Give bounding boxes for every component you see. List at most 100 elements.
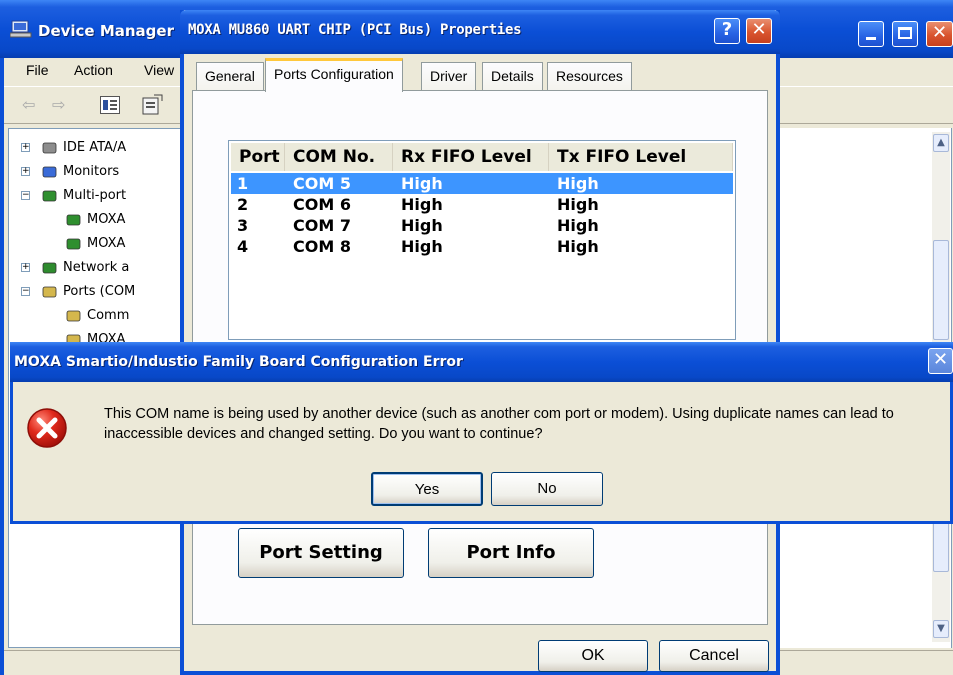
port-number-cell: 4	[237, 237, 249, 256]
tab-details[interactable]: Details	[482, 62, 543, 90]
minimize-icon	[866, 37, 876, 40]
port-list[interactable]: Port COM No. Rx FIFO Level Tx FIFO Level…	[228, 140, 736, 340]
tx-fifo-cell: High	[557, 237, 599, 256]
tree-expander[interactable]: +	[21, 263, 30, 272]
port-setting-label: Port Setting	[259, 542, 383, 563]
port-icon	[41, 284, 59, 300]
tree-item-label: Comm	[87, 308, 130, 323]
tab-driver[interactable]: Driver	[421, 62, 477, 90]
error-icon	[26, 407, 70, 451]
column-header-com-no[interactable]: COM No.	[285, 143, 393, 171]
port-setting-button[interactable]: Port Setting	[238, 528, 404, 578]
minimize-button[interactable]	[858, 21, 884, 47]
error-message: This COM name is being used by another d…	[104, 406, 894, 442]
port-info-button[interactable]: Port Info	[428, 528, 594, 578]
multiport-icon	[41, 188, 59, 204]
port-row[interactable]: 2 COM 6 High High	[231, 194, 733, 215]
maximize-button[interactable]	[892, 21, 918, 47]
tree-expander[interactable]: +	[21, 167, 30, 176]
cancel-button[interactable]: Cancel	[659, 640, 769, 672]
tree-item[interactable]: Monitors	[41, 161, 119, 183]
tree-item[interactable]: Multi-port	[41, 185, 126, 207]
tab-label: Details	[491, 68, 534, 84]
tree-expander[interactable]: −	[21, 191, 30, 200]
error-close-button[interactable]: ✕	[928, 348, 953, 374]
tree-item[interactable]: IDE ATA/A	[41, 137, 126, 159]
tx-fifo-cell: High	[557, 216, 599, 235]
tx-fifo-cell: High	[557, 174, 599, 193]
tree-item-label: Ports (COM	[63, 284, 136, 299]
tree-expander[interactable]: +	[21, 143, 30, 152]
column-label: Tx FIFO Level	[557, 147, 687, 167]
rx-fifo-cell: High	[401, 237, 443, 256]
close-icon: ✕	[931, 22, 948, 43]
com-number-cell: COM 6	[293, 195, 351, 214]
no-button[interactable]: No	[491, 472, 603, 506]
column-header-port[interactable]: Port	[231, 143, 285, 171]
tree-item-label: IDE ATA/A	[63, 140, 127, 155]
close-icon: ✕	[932, 349, 949, 370]
tree-item-label: Monitors	[63, 164, 120, 179]
column-label: Port	[239, 147, 280, 167]
tree-item[interactable]: MOXA	[65, 209, 125, 231]
column-header-tx-fifo[interactable]: Tx FIFO Level	[549, 143, 733, 171]
properties-title: MOXA MU860 UART CHIP (PCI Bus) Propertie…	[188, 22, 522, 38]
ok-button[interactable]: OK	[538, 640, 648, 672]
port-row[interactable]: 1 COM 5 High High	[231, 173, 733, 194]
scroll-up-icon[interactable]: ▲	[933, 134, 949, 152]
tree-item[interactable]: MOXA	[65, 233, 125, 255]
scroll-thumb-lower[interactable]	[933, 522, 949, 572]
port-row[interactable]: 3 COM 7 High High	[231, 215, 733, 236]
port-number-cell: 3	[237, 216, 249, 235]
menu-view[interactable]: View	[144, 62, 174, 78]
menu-file[interactable]: File	[26, 62, 49, 78]
back-arrow-icon[interactable]: ⇦	[22, 95, 35, 114]
tree-expander[interactable]: −	[21, 287, 30, 296]
network-icon	[41, 260, 59, 276]
maximize-icon	[898, 27, 912, 39]
tab-general[interactable]: General	[196, 62, 264, 90]
properties-close-button[interactable]: ✕	[746, 18, 772, 44]
tab-ports-configuration[interactable]: Ports Configuration	[265, 58, 403, 92]
ide-icon	[41, 140, 59, 156]
port-number-cell: 2	[237, 195, 249, 214]
no-label: No	[537, 480, 557, 497]
tree-item-label: MOXA	[87, 212, 126, 227]
rx-fifo-cell: High	[401, 174, 443, 193]
column-header-rx-fifo[interactable]: Rx FIFO Level	[393, 143, 549, 171]
scroll-thumb[interactable]	[933, 240, 949, 340]
tree-item[interactable]: Comm	[65, 305, 129, 327]
tree-item[interactable]: Network a	[41, 257, 129, 279]
scroll-down-icon[interactable]: ▼	[933, 620, 949, 638]
properties-titlebar[interactable]: MOXA MU860 UART CHIP (PCI Bus) Propertie…	[180, 10, 780, 54]
device-manager-icon	[9, 20, 32, 38]
help-icon: ?	[721, 19, 733, 40]
close-icon: ✕	[751, 19, 767, 40]
tab-label: Ports Configuration	[274, 66, 394, 82]
menu-action[interactable]: Action	[74, 62, 113, 78]
device-manager-title: Device Manager	[38, 22, 174, 40]
tab-resources[interactable]: Resources	[547, 62, 632, 90]
ok-label: OK	[581, 647, 605, 664]
cancel-label: Cancel	[689, 647, 739, 664]
com-number-cell: COM 8	[293, 237, 351, 256]
com-number-cell: COM 5	[293, 174, 351, 193]
properties-icon[interactable]	[140, 93, 164, 117]
tree-item-label: MOXA	[87, 236, 126, 251]
help-button[interactable]: ?	[714, 18, 740, 44]
column-label: COM No.	[293, 147, 376, 167]
port-row[interactable]: 4 COM 8 High High	[231, 236, 733, 257]
console-tree-icon[interactable]	[100, 96, 120, 114]
forward-arrow-icon[interactable]: ⇨	[52, 95, 65, 114]
port-info-label: Port Info	[466, 542, 556, 563]
yes-button[interactable]: Yes	[371, 472, 483, 506]
device-manager-close-button[interactable]: ✕	[926, 21, 953, 47]
monitor-icon	[41, 164, 59, 180]
port-number-cell: 1	[237, 174, 249, 193]
tree-item[interactable]: Ports (COM	[41, 281, 135, 303]
multiport-icon	[65, 212, 83, 228]
com-number-cell: COM 7	[293, 216, 351, 235]
rx-fifo-cell: High	[401, 216, 443, 235]
multiport-icon	[65, 236, 83, 252]
error-dialog-titlebar[interactable]: MOXA Smartio/Industio Family Board Confi…	[10, 342, 953, 382]
